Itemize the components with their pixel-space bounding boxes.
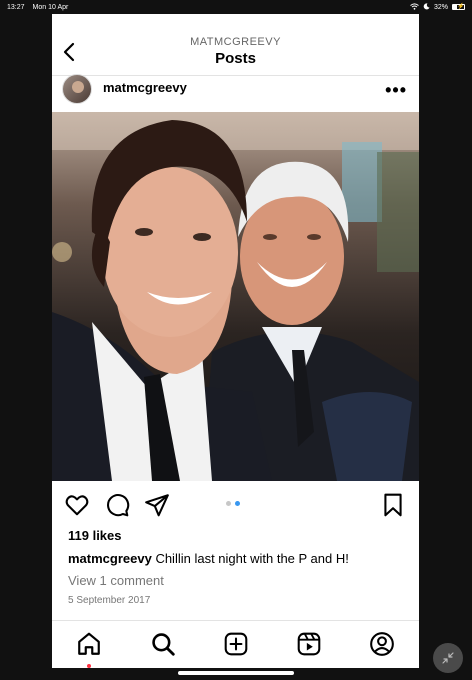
post-header: matmcgreevy ••• (52, 74, 419, 112)
status-date: Mon 10 Apr (32, 3, 69, 11)
battery-level (453, 5, 457, 9)
home-icon[interactable] (76, 631, 102, 657)
battery-percent: 32% (433, 3, 448, 11)
post-photo[interactable] (52, 112, 419, 481)
shrink-icon[interactable] (433, 643, 463, 673)
profile-icon[interactable] (369, 631, 395, 657)
status-time: 13:27 (7, 3, 25, 11)
heart-icon[interactable] (64, 492, 90, 518)
header-username: MATMCGREEVY (190, 36, 281, 48)
caption-text: Chillin last night with the P and H! (151, 551, 349, 566)
plus-square-icon[interactable] (223, 631, 249, 657)
likes-count[interactable]: 119 likes (68, 528, 409, 543)
page-title: Posts (215, 50, 256, 67)
caption-username[interactable]: matmcgreevy (68, 551, 152, 566)
bottom-tab-bar (52, 620, 419, 668)
notification-dot (87, 664, 91, 668)
post-meta: 119 likes matmcgreevy Chillin last night… (68, 528, 409, 606)
battery-icon: ⚡ (452, 4, 465, 10)
view-comments-link[interactable]: View 1 comment (68, 573, 409, 588)
carousel-dot-active (235, 501, 240, 506)
instagram-app: MATMCGREEVY Posts matmcgreevy ••• 119 li… (52, 14, 419, 668)
avatar[interactable] (62, 74, 92, 104)
carousel-dot (226, 501, 231, 506)
moon-icon (423, 2, 430, 12)
send-icon[interactable] (144, 492, 170, 518)
carousel-indicator (226, 501, 240, 506)
wifi-icon (410, 2, 419, 12)
home-indicator[interactable] (178, 671, 294, 675)
post-date: 5 September 2017 (68, 595, 151, 606)
reels-icon[interactable] (296, 631, 322, 657)
status-bar: 13:27 Mon 10 Apr 32% ⚡ (0, 0, 472, 14)
posts-header: MATMCGREEVY Posts (52, 14, 419, 76)
post-author[interactable]: matmcgreevy (103, 80, 187, 95)
post-actions (52, 490, 419, 520)
bookmark-icon[interactable] (380, 492, 406, 518)
comment-icon[interactable] (104, 492, 130, 518)
search-icon[interactable] (150, 631, 176, 657)
post-caption: matmcgreevy Chillin last night with the … (68, 551, 409, 566)
selfie-photo (52, 112, 419, 481)
charging-icon: ⚡ (457, 4, 465, 10)
more-dots-icon[interactable]: ••• (385, 80, 407, 101)
